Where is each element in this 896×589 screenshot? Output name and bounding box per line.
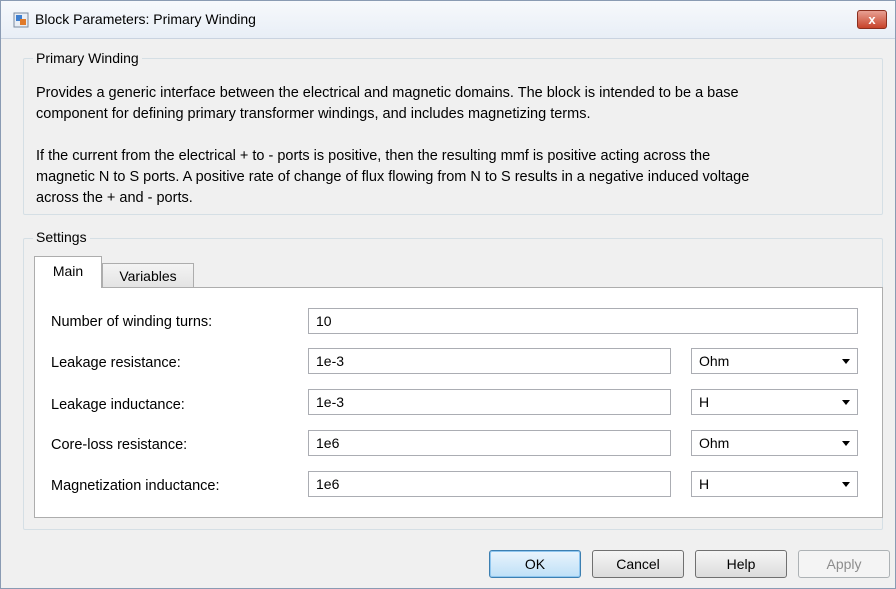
help-button[interactable]: Help — [695, 550, 787, 578]
tab-variables-label: Variables — [119, 268, 177, 284]
chevron-down-icon — [842, 441, 850, 446]
chevron-down-icon — [842, 482, 850, 487]
winding-turns-input[interactable]: 10 — [308, 308, 858, 334]
leakage-inductance-input[interactable]: 1e-3 — [308, 389, 671, 415]
chevron-down-icon — [842, 359, 850, 364]
param-label-magnetization-inductance: Magnetization inductance: — [51, 478, 220, 494]
leakage-resistance-unit-select[interactable]: Ohm — [691, 348, 858, 374]
description-line: Provides a generic interface between the… — [36, 85, 739, 101]
description-line: If the current from the electrical + to … — [36, 148, 711, 164]
cancel-button[interactable]: Cancel — [592, 550, 684, 578]
param-label-leakage-resistance: Leakage resistance: — [51, 355, 181, 371]
core-loss-resistance-unit-select[interactable]: Ohm — [691, 430, 858, 456]
magnetization-inductance-input[interactable]: 1e6 — [308, 471, 671, 497]
param-label-core-loss-resistance: Core-loss resistance: — [51, 437, 188, 453]
select-value: H — [699, 476, 710, 492]
tab-main-label: Main — [52, 263, 84, 279]
description-group-label: Primary Winding — [33, 50, 142, 66]
tab-main[interactable]: Main — [34, 256, 102, 288]
main-tab-panel: Number of winding turns: 10 Leakage resi… — [34, 287, 883, 518]
settings-group-label: Settings — [33, 229, 90, 245]
description-paragraph-2: If the current from the electrical + to … — [36, 146, 886, 209]
magnetization-inductance-unit-select[interactable]: H — [691, 471, 858, 497]
leakage-inductance-unit-select[interactable]: H — [691, 389, 858, 415]
description-line: across the + and - ports. — [36, 190, 193, 206]
block-parameters-dialog: Block Parameters: Primary Winding x Prim… — [0, 0, 896, 589]
description-paragraph-1: Provides a generic interface between the… — [36, 83, 886, 125]
close-icon: x — [868, 12, 876, 27]
simulink-block-icon — [13, 12, 29, 28]
leakage-resistance-input[interactable]: 1e-3 — [308, 348, 671, 374]
title-bar[interactable]: Block Parameters: Primary Winding x — [1, 1, 895, 39]
param-label-winding-turns: Number of winding turns: — [51, 314, 213, 330]
param-label-leakage-inductance: Leakage inductance: — [51, 397, 185, 413]
description-line: component for defining primary transform… — [36, 106, 591, 122]
core-loss-resistance-input[interactable]: 1e6 — [308, 430, 671, 456]
select-value: Ohm — [699, 435, 730, 451]
apply-button[interactable]: Apply — [798, 550, 890, 578]
chevron-down-icon — [842, 400, 850, 405]
close-button[interactable]: x — [857, 10, 887, 29]
description-line: magnetic N to S ports. A positive rate o… — [36, 169, 750, 185]
select-value: Ohm — [699, 353, 730, 369]
window-title: Block Parameters: Primary Winding — [35, 11, 256, 27]
select-value: H — [699, 394, 710, 410]
ok-button[interactable]: OK — [489, 550, 581, 578]
tab-variables[interactable]: Variables — [102, 263, 194, 289]
